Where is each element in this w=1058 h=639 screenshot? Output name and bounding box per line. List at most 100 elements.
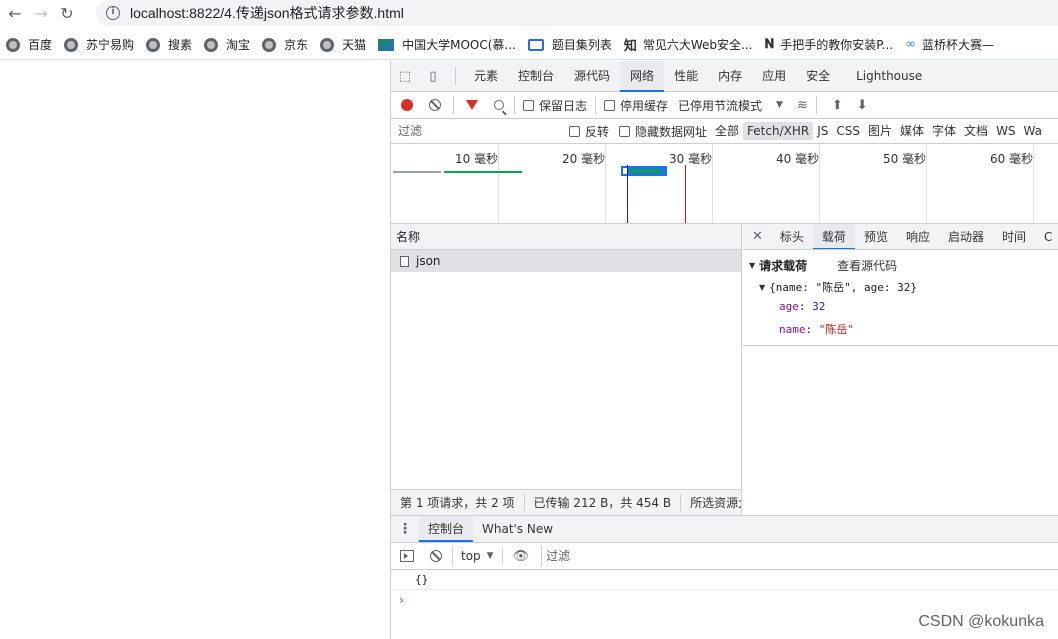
tab-headers[interactable]: 标头 — [771, 224, 813, 249]
mooc-icon — [378, 38, 395, 51]
close-icon[interactable]: ✕ — [743, 229, 771, 244]
filter-type-all[interactable]: 全部 — [711, 122, 743, 140]
filter-type-wasm[interactable]: Wa — [1020, 122, 1046, 140]
payload-header[interactable]: ▼ 请求载荷 查看源代码 — [749, 256, 1058, 274]
invert-checkbox[interactable] — [569, 125, 580, 137]
filter-type-ws[interactable]: WS — [992, 122, 1019, 140]
console-prompt[interactable]: › — [391, 590, 1058, 610]
tab-application[interactable]: 应用 — [752, 61, 796, 92]
divider — [452, 547, 453, 565]
tab-timing[interactable]: 时间 — [993, 224, 1035, 249]
back-button[interactable]: ← — [4, 3, 26, 25]
tab-network[interactable]: 网络 — [620, 60, 665, 92]
clear-icon[interactable] — [429, 99, 441, 111]
pta-icon — [527, 38, 544, 51]
filter-type-media[interactable]: 媒体 — [896, 122, 928, 140]
chevron-down-icon[interactable]: ▼ — [776, 100, 783, 110]
sidebar-toggle-icon[interactable] — [400, 550, 414, 562]
tab-payload[interactable]: 载荷 — [812, 224, 855, 249]
timeline-gridline — [712, 144, 713, 223]
divider — [815, 96, 817, 114]
tab-security[interactable]: 安全 — [796, 61, 840, 92]
tab-whats-new[interactable]: What's New — [473, 516, 562, 542]
reload-icon: ↻ — [60, 4, 74, 23]
forward-button[interactable]: → — [30, 3, 52, 25]
tab-console-drawer[interactable]: 控制台 — [419, 516, 474, 542]
divider — [453, 96, 454, 114]
bookmark-taobao[interactable]: 淘宝 — [204, 36, 250, 53]
waterfall-bar-stalled — [393, 171, 441, 173]
bookmark-install-guide[interactable]: 𝐍 手把手的教你安装P... — [764, 36, 893, 53]
record-icon[interactable] — [401, 99, 413, 111]
bookmark-jd[interactable]: 京东 — [262, 36, 308, 53]
bookmark-label: 搜素 — [168, 38, 193, 52]
dom-content-loaded-line — [627, 165, 628, 223]
info-icon[interactable]: i — [106, 6, 120, 20]
bookmark-suning[interactable]: 苏宁易购 — [64, 36, 134, 53]
tab-memory[interactable]: 内存 — [708, 61, 752, 92]
bookmark-tmall[interactable]: 天猫 — [320, 36, 366, 53]
reload-button[interactable]: ↻ — [56, 3, 78, 25]
tab-console[interactable]: 控制台 — [508, 61, 564, 92]
request-row[interactable]: json — [391, 250, 741, 272]
eye-icon[interactable]: 👁 — [513, 549, 530, 564]
bookmark-web-security[interactable]: 知常见六大Web安全... — [624, 35, 753, 54]
url-field[interactable]: i localhost:8822/4.传递json格式请求参数.html — [96, 0, 1058, 26]
filter-type-doc[interactable]: 文档 — [960, 122, 992, 140]
globe-icon — [64, 37, 79, 52]
payload-object[interactable]: ▼ {name: "陈岳", age: 32} — [759, 279, 1058, 295]
context-select[interactable]: top — [461, 549, 481, 563]
tab-performance[interactable]: 性能 — [664, 61, 708, 92]
export-har-icon[interactable]: ⬇ — [857, 98, 868, 113]
drawer-tabbar: ⋮ 控制台 What's New — [391, 516, 1058, 543]
import-har-icon[interactable]: ⬆ — [832, 98, 843, 113]
bookmark-search[interactable]: 搜素 — [146, 36, 192, 53]
timeline-gridline — [819, 144, 820, 223]
console-filter-input[interactable]: 过滤 — [541, 546, 1058, 566]
console-toolbar: top ▼ 👁 过滤 — [391, 543, 1058, 570]
tab-response[interactable]: 响应 — [897, 224, 939, 249]
tab-initiator[interactable]: 启动器 — [939, 224, 993, 249]
network-filter-input[interactable]: 过滤 — [395, 122, 555, 140]
divider — [514, 96, 515, 114]
filter-type-fetch-xhr[interactable]: Fetch/XHR — [743, 122, 814, 140]
view-source-link[interactable]: 查看源代码 — [837, 257, 897, 274]
more-vert-icon[interactable]: ⋮ — [391, 521, 419, 537]
chevron-down-icon[interactable]: ▼ — [487, 551, 494, 561]
bookmark-mooc[interactable]: 中国大学MOOC(慕... — [378, 36, 516, 53]
timeline-gridline — [605, 144, 606, 223]
inspect-element-icon[interactable]: ⬚ — [391, 62, 419, 90]
throttling-select[interactable]: 已停用节流模式 — [678, 97, 762, 114]
transferred-size: 已传输 212 B，共 454 B — [525, 494, 682, 511]
device-toolbar-icon[interactable]: ▯ — [419, 62, 447, 90]
bookmark-label: 苏宁易购 — [86, 38, 135, 52]
tab-elements[interactable]: 元素 — [464, 61, 508, 92]
tab-lighthouse[interactable]: Lighthouse — [846, 61, 932, 92]
hide-data-urls-checkbox[interactable] — [619, 125, 631, 137]
timeline-gridline — [926, 144, 927, 223]
network-conditions-icon[interactable]: ≋ — [797, 98, 808, 113]
bookmark-problem-set[interactable]: 题目集列表 — [527, 36, 612, 53]
filter-icon[interactable] — [466, 100, 478, 110]
tab-cookies[interactable]: C — [1035, 224, 1058, 249]
prop-key: name — [779, 323, 806, 336]
bookmark-lanqiao[interactable]: ∞ 蓝桥杯大赛— — [905, 36, 994, 53]
clear-console-icon[interactable] — [430, 550, 442, 562]
filter-type-img[interactable]: 图片 — [864, 122, 896, 140]
timeline-tick-label: 30 毫秒 — [669, 152, 713, 166]
search-icon[interactable] — [494, 100, 504, 110]
filter-type-css[interactable]: CSS — [832, 122, 864, 140]
preserve-log-checkbox[interactable] — [523, 99, 534, 111]
column-header-name[interactable]: 名称 — [391, 224, 741, 250]
bookmark-baidu[interactable]: 百度 — [6, 36, 52, 53]
console-output-line[interactable]: {} — [391, 570, 1058, 590]
globe-icon — [320, 37, 335, 52]
disable-cache-checkbox[interactable] — [604, 99, 616, 111]
tab-sources[interactable]: 源代码 — [564, 61, 620, 92]
payload-prop-name: name: "陈岳" — [779, 323, 854, 336]
network-overview-timeline[interactable]: 10 毫秒 20 毫秒 30 毫秒 40 毫秒 50 毫秒 60 毫秒 — [391, 144, 1058, 224]
tab-preview[interactable]: 预览 — [855, 224, 897, 249]
triangle-down-icon: ▼ — [749, 260, 756, 270]
filter-type-js[interactable]: JS — [813, 122, 832, 140]
filter-type-font[interactable]: 字体 — [928, 122, 960, 140]
